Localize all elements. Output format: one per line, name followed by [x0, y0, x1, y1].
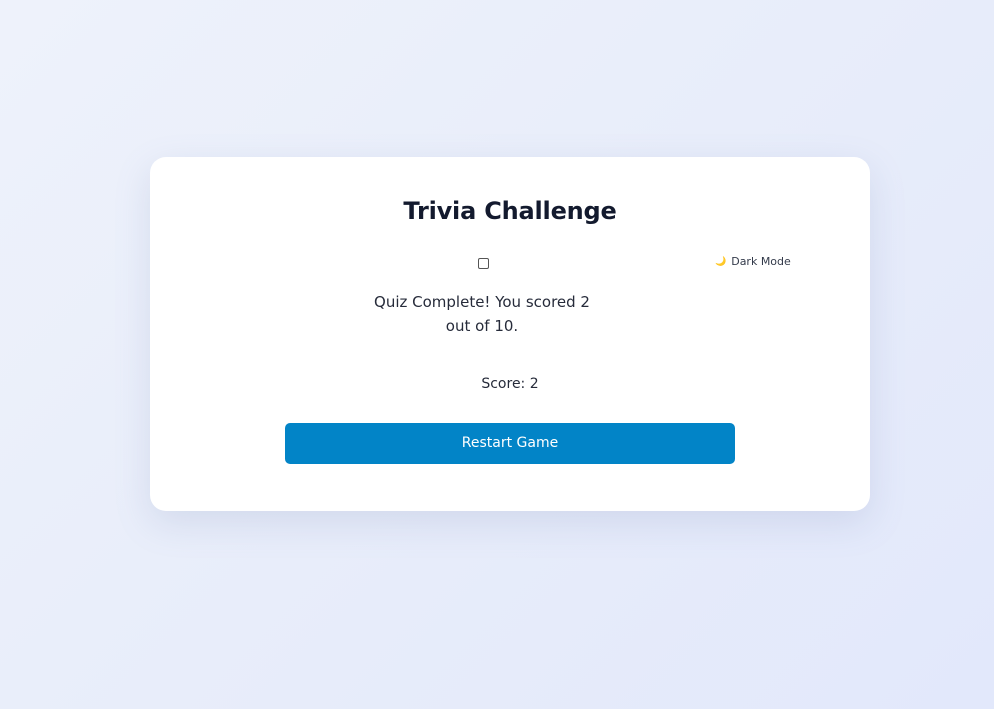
page-title: Trivia Challenge	[403, 197, 617, 225]
dark-mode-toggle[interactable]: 🌙 Dark Mode	[715, 255, 791, 268]
quiz-card: Trivia Challenge 🌙 Dark Mode Quiz Comple…	[150, 157, 870, 511]
result-message: Quiz Complete! You scored 2 out of 10.	[374, 293, 590, 335]
restart-game-button[interactable]: Restart Game	[285, 423, 735, 464]
moon-icon: 🌙	[715, 256, 727, 267]
score-display: Score: 2	[481, 376, 539, 392]
dark-mode-label: Dark Mode	[731, 255, 791, 268]
dark-mode-checkbox[interactable]	[478, 258, 489, 269]
